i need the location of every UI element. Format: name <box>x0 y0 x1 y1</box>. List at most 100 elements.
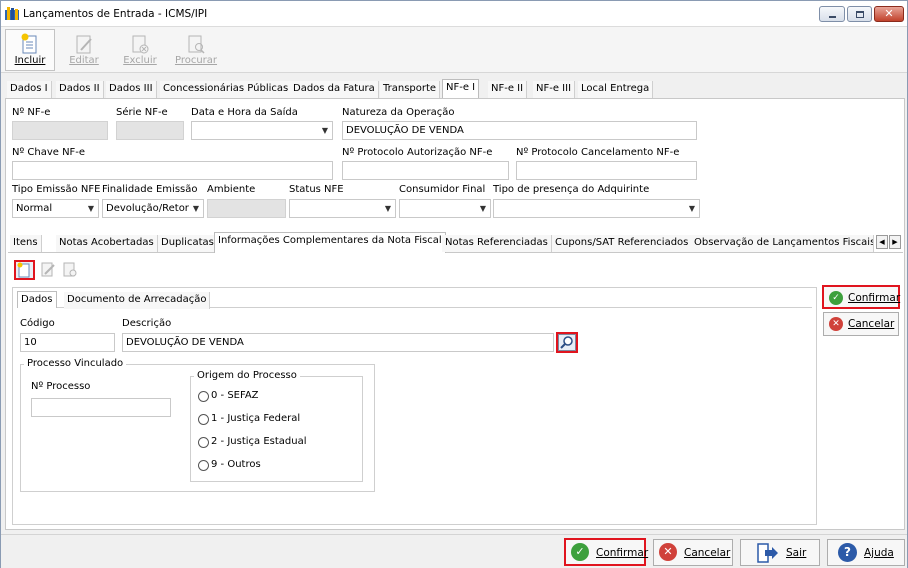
tab-detail-dados[interactable]: Dados <box>17 291 57 308</box>
sair-button[interactable]: Sair <box>740 539 820 566</box>
excluir-button[interactable]: Excluir <box>115 29 165 71</box>
window-title: Lançamentos de Entrada - ICMS/IPI <box>23 8 208 20</box>
tab-dados-i[interactable]: Dados I <box>7 81 52 98</box>
sair-label: Sair <box>786 547 807 559</box>
natureza-label: Natureza da Operação <box>342 107 455 118</box>
minimize-icon <box>829 16 836 18</box>
chave-nfe-label: Nº Chave NF-e <box>12 147 86 158</box>
cancelar-label: Cancelar <box>684 547 731 559</box>
excluir-label: Excluir <box>123 55 157 66</box>
confirmar-label: Confirmar <box>596 547 649 559</box>
protocolo-aut-field[interactable] <box>342 161 509 180</box>
nprocesso-field[interactable] <box>31 398 171 417</box>
minimize-button[interactable] <box>819 6 845 22</box>
incluir-label: Incluir <box>14 55 46 66</box>
incluir-button[interactable]: Incluir <box>5 29 55 71</box>
tab-transporte[interactable]: Transporte <box>380 81 441 98</box>
origem-option-0-label: 0 - SEFAZ <box>211 390 259 401</box>
nfe-panel: Nº NF-e Série NF-e Data e Hora da Saída … <box>5 98 905 530</box>
codigo-field[interactable]: 10 <box>20 333 115 352</box>
tab-nfe-ii[interactable]: NF-e II <box>488 81 528 98</box>
codigo-label: Código <box>20 318 55 329</box>
close-button[interactable]: ✕ <box>874 6 904 22</box>
data-saida-field[interactable]: ▼ <box>191 121 333 140</box>
tab-nfe-iii[interactable]: NF-e III <box>533 81 576 98</box>
tab-scroll-right-icon[interactable]: ▶ <box>889 235 901 249</box>
tab-cupons-sat[interactable]: Cupons/SAT Referenciados <box>552 235 693 252</box>
chevron-down-icon: ▼ <box>192 204 199 213</box>
window: Lançamentos de Entrada - ICMS/IPI ✕ Incl… <box>0 0 908 568</box>
tab-duplicatas[interactable]: Duplicatas <box>158 235 218 252</box>
edit-item-button[interactable] <box>40 261 58 279</box>
natureza-field[interactable]: DEVOLUÇÃO DE VENDA <box>342 121 697 140</box>
close-icon: ✕ <box>884 7 894 20</box>
consumidor-final-label: Consumidor Final <box>399 184 486 195</box>
ajuda-button[interactable]: ? Ajuda <box>827 539 905 566</box>
tab-dados-fatura[interactable]: Dados da Fatura <box>290 81 379 98</box>
detail-tabs: Dados Documento de Arrecadação <box>17 291 812 309</box>
radio-icon <box>198 460 209 471</box>
tab-notas-referenciadas[interactable]: Notas Referenciadas <box>442 235 552 252</box>
descricao-lookup-button[interactable] <box>556 332 578 353</box>
delete-document-icon <box>63 262 77 277</box>
tab-local-entrega[interactable]: Local Entrega <box>578 81 654 98</box>
processo-vinculado-title: Processo Vinculado <box>24 358 127 369</box>
tipo-emissao-value: Normal <box>16 203 53 214</box>
confirmar-button[interactable]: ✓ Confirmar <box>564 538 649 566</box>
finalidade-select[interactable]: Devolução/Retor ▼ <box>102 199 204 218</box>
chevron-down-icon: ▼ <box>87 204 94 213</box>
num-nfe-field[interactable] <box>12 121 108 140</box>
nprocesso-label: Nº Processo <box>31 381 91 392</box>
side-confirmar-button[interactable]: ✓ Confirmar <box>822 285 900 309</box>
tab-scroll-left-icon[interactable]: ◀ <box>876 235 888 249</box>
check-icon: ✓ <box>571 543 589 561</box>
chave-nfe-field[interactable] <box>12 161 333 180</box>
status-nfe-select[interactable]: ▼ <box>289 199 396 218</box>
chevron-down-icon: ▼ <box>688 204 695 213</box>
tab-concessionarias[interactable]: Concessionárias Públicas <box>160 81 293 98</box>
status-nfe-label: Status NFE <box>289 184 344 195</box>
search-document-icon <box>188 35 205 54</box>
exit-icon <box>757 543 778 563</box>
finalidade-value: Devolução/Retor <box>106 203 189 214</box>
edit-document-icon <box>76 35 92 54</box>
descricao-field[interactable]: DEVOLUÇÃO DE VENDA <box>122 333 554 352</box>
title-bar: Lançamentos de Entrada - ICMS/IPI ✕ <box>1 1 907 27</box>
num-nfe-label: Nº NF-e <box>12 107 51 118</box>
toolbar: Incluir Editar Excluir Procurar <box>1 27 907 73</box>
editar-label: Editar <box>69 55 99 66</box>
new-document-icon <box>21 33 37 54</box>
tab-dados-iii[interactable]: Dados III <box>106 81 157 98</box>
tipo-emissao-select[interactable]: Normal ▼ <box>12 199 99 218</box>
app-icon <box>5 7 19 20</box>
consumidor-final-select[interactable]: ▼ <box>399 199 491 218</box>
tipo-emissao-label: Tipo Emissão NFE <box>12 184 101 195</box>
delete-item-button[interactable] <box>62 261 80 279</box>
tab-documento-arrecadacao[interactable]: Documento de Arrecadação <box>64 292 211 309</box>
check-icon: ✓ <box>829 291 843 305</box>
bottom-bar: ✓ Confirmar ✕ Cancelar Sair ? Ajuda <box>1 534 907 568</box>
tipo-presenca-select[interactable]: ▼ <box>493 199 700 218</box>
descricao-label: Descrição <box>122 318 172 329</box>
add-item-button[interactable] <box>14 260 35 280</box>
protocolo-canc-field[interactable] <box>516 161 697 180</box>
tab-dados-ii[interactable]: Dados II <box>56 81 104 98</box>
tab-informacoes-complementares[interactable]: Informações Complementares da Nota Fisca… <box>214 232 446 253</box>
protocolo-aut-label: Nº Protocolo Autorização NF-e <box>342 147 493 158</box>
side-cancelar-button[interactable]: ✕ Cancelar <box>823 312 899 336</box>
cancel-icon: ✕ <box>829 317 843 331</box>
editar-button[interactable]: Editar <box>59 29 109 71</box>
serie-nfe-field[interactable] <box>116 121 184 140</box>
protocolo-canc-label: Nº Protocolo Cancelamento NF-e <box>516 147 680 158</box>
ajuda-label: Ajuda <box>864 547 894 559</box>
tab-itens[interactable]: Itens <box>10 235 42 252</box>
procurar-button[interactable]: Procurar <box>171 29 221 71</box>
help-icon: ? <box>838 543 857 562</box>
tab-notas-acobertadas[interactable]: Notas Acobertadas <box>56 235 158 252</box>
tab-nfe-i[interactable]: NF-e I <box>442 79 480 98</box>
maximize-button[interactable] <box>847 6 872 22</box>
delete-document-icon <box>132 35 149 54</box>
cancelar-button[interactable]: ✕ Cancelar <box>653 539 733 566</box>
ambiente-field[interactable] <box>207 199 286 218</box>
tab-observacao-lancamentos[interactable]: Observação de Lançamentos Fiscais (C <box>691 235 874 252</box>
